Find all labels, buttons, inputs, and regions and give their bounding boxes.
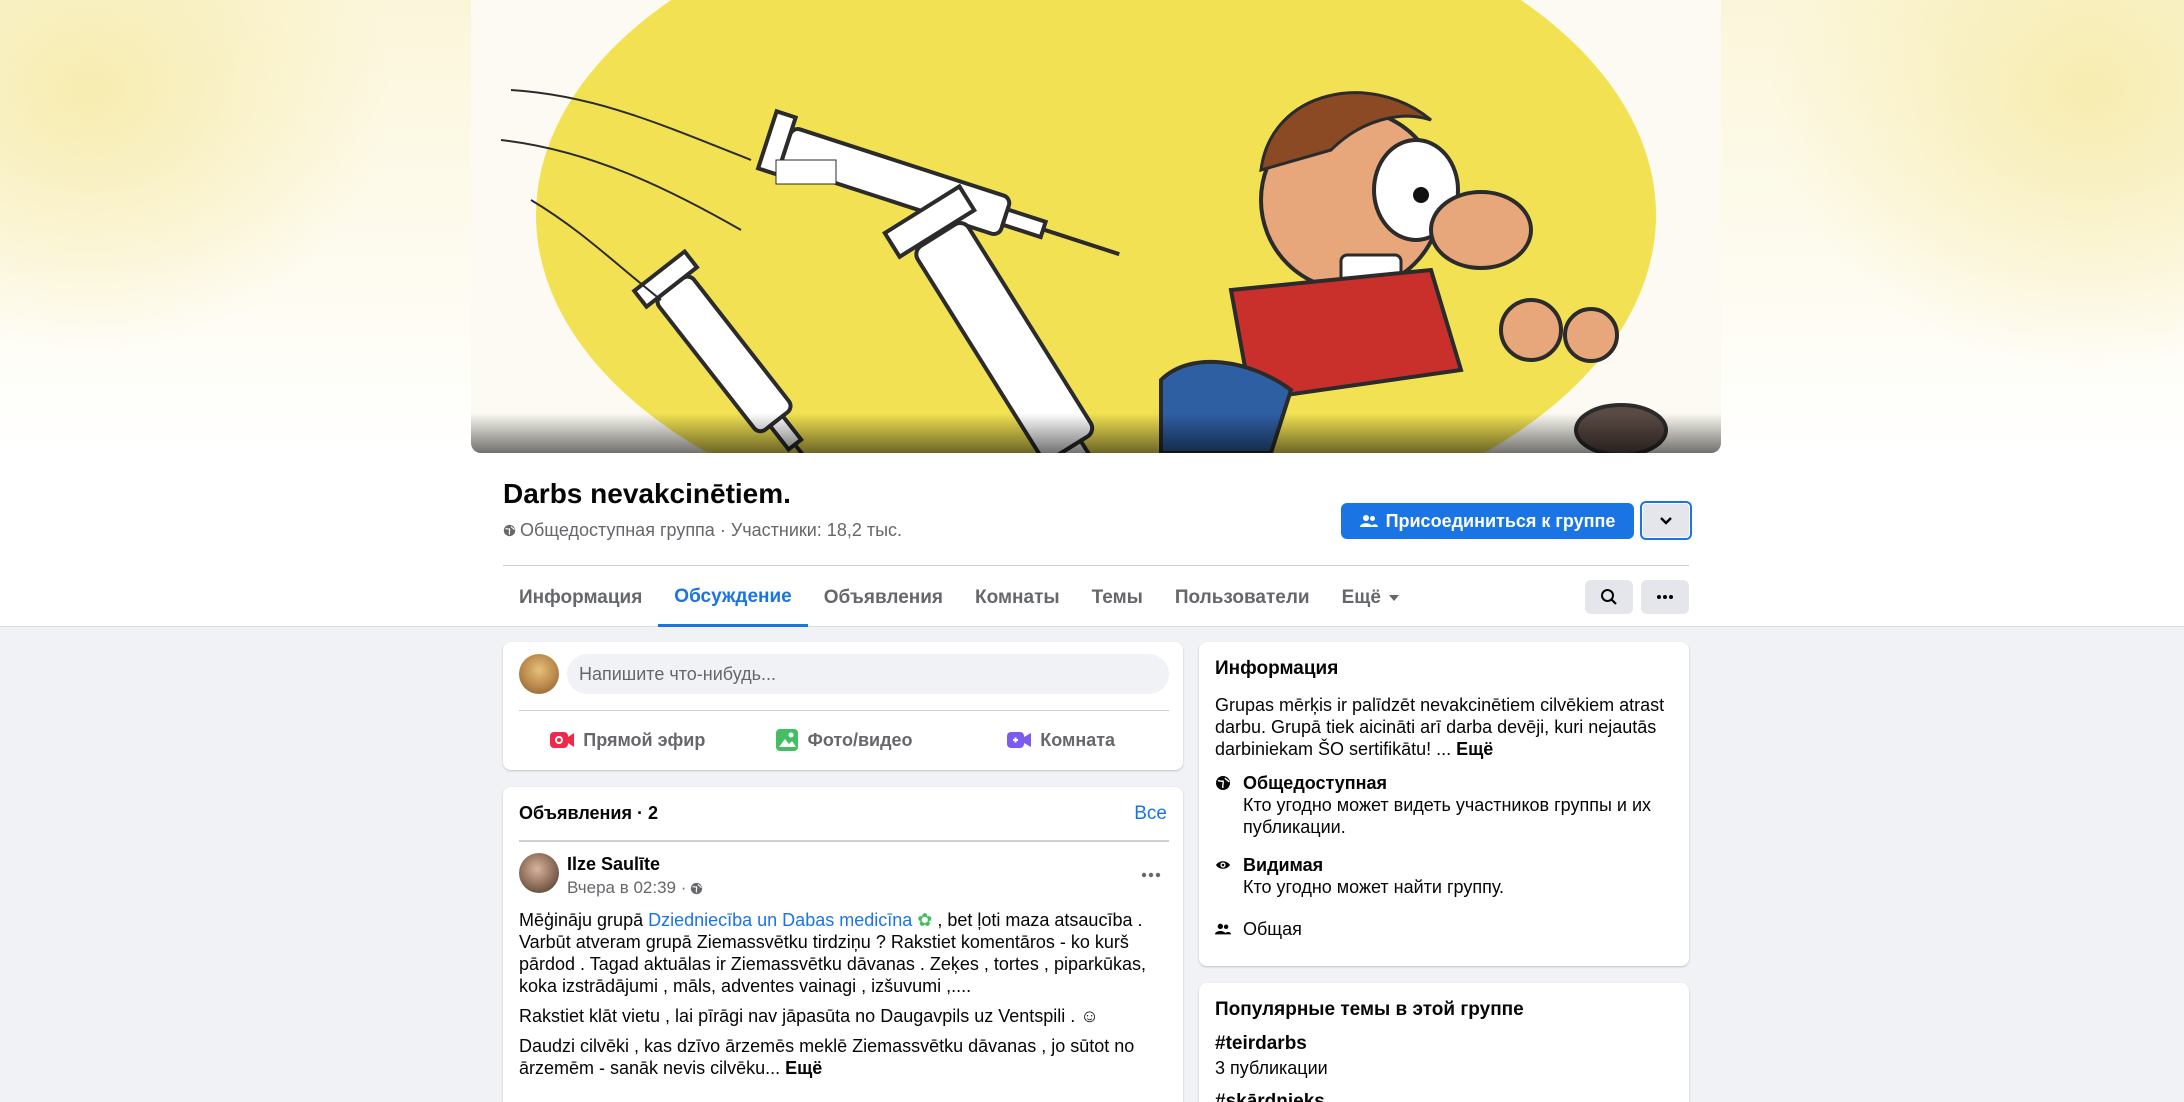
visibility-text: Видимая Кто угодно может найти группу. bbox=[1243, 854, 1504, 898]
about-title: Информация bbox=[1215, 658, 1339, 679]
group-meta-text: Общедоступная группа · Участники: 18,2 т… bbox=[520, 520, 903, 540]
mentioned-group-link[interactable]: Dziedniecība un Dabas medicīna bbox=[648, 910, 912, 930]
about-description: Grupas mērķis ir palīdzēt nevakcinētiem … bbox=[1215, 694, 1673, 760]
tab-more[interactable]: Ещё bbox=[1326, 568, 1415, 627]
tab-info[interactable]: Информация bbox=[503, 568, 658, 627]
post-timestamp: Вчера в 02:39 · bbox=[567, 878, 703, 898]
search-icon bbox=[1601, 589, 1617, 605]
eye-icon bbox=[1216, 861, 1230, 869]
about-card: Информация Grupas mērķis ir palīdzēt nev… bbox=[1199, 642, 1689, 966]
search-button[interactable] bbox=[1585, 580, 1633, 614]
cover-photo[interactable] bbox=[471, 0, 1721, 453]
tab-discussion[interactable]: Обсуждение bbox=[658, 568, 808, 627]
globe-icon bbox=[503, 524, 516, 537]
post-paragraph: Mēģināju grupā Dziedniecība un Dabas med… bbox=[519, 909, 1171, 997]
live-video-icon bbox=[550, 732, 575, 748]
post-paragraph: Daudzi cilvēki , kas dzīvo ārzemēs meklē… bbox=[519, 1035, 1171, 1079]
post-text: Mēģināju grupā bbox=[519, 910, 649, 930]
live-video-label: Прямой эфир bbox=[583, 729, 706, 750]
visibility-description: Кто угодно может найти группу. bbox=[1243, 877, 1505, 897]
group-type-title: Общая bbox=[1243, 919, 1302, 939]
see-more-link[interactable]: Ещё bbox=[1456, 739, 1493, 759]
post-author-avatar[interactable] bbox=[519, 853, 559, 893]
see-more-link[interactable]: Ещё bbox=[785, 1058, 822, 1078]
composer-divider bbox=[519, 710, 1169, 711]
chevron-down-icon bbox=[1660, 516, 1672, 525]
create-room-button[interactable]: Комната bbox=[952, 718, 1169, 762]
cover-illustration bbox=[471, 0, 1721, 453]
see-all-link[interactable]: Все bbox=[1134, 803, 1167, 825]
globe-icon bbox=[691, 882, 703, 894]
post-time-text[interactable]: Вчера в 02:39 · bbox=[567, 878, 686, 898]
privacy-title: Общедоступная bbox=[1243, 773, 1388, 793]
people-icon bbox=[1215, 923, 1231, 935]
group-type-row: Общая bbox=[1215, 918, 1673, 940]
globe-icon bbox=[1216, 776, 1230, 790]
room-icon bbox=[1007, 732, 1032, 748]
join-group-label: Присоединиться к группе bbox=[1385, 510, 1616, 531]
join-group-button[interactable]: Присоединиться к группе bbox=[1341, 503, 1634, 539]
composer-input[interactable]: Напишите что-нибудь... bbox=[567, 654, 1169, 694]
seedling-emoji: ✿ bbox=[917, 910, 933, 930]
popular-topics-title: Популярные темы в этой группе bbox=[1215, 999, 1524, 1020]
tab-announcements[interactable]: Объявления bbox=[808, 568, 959, 627]
post-menu-button[interactable] bbox=[1141, 865, 1165, 885]
group-meta: Общедоступная группа · Участники: 18,2 т… bbox=[503, 520, 902, 541]
live-video-button[interactable]: Прямой эфир bbox=[519, 718, 736, 762]
privacy-description: Кто угодно может видеть участников групп… bbox=[1243, 795, 1652, 837]
about-text: Grupas mērķis ir palīdzēt nevakcinētiem … bbox=[1215, 695, 1665, 759]
post-text: Rakstiet klāt vietu , lai pīrāgi nav jāp… bbox=[519, 1006, 1076, 1026]
visibility-title: Видимая bbox=[1243, 855, 1324, 875]
group-title[interactable]: Darbs nevakcinētiem. bbox=[503, 478, 791, 510]
announcements-header: Объявления · 2 bbox=[519, 803, 658, 823]
photo-video-button[interactable]: Фото/видео bbox=[736, 718, 953, 762]
post-body: Mēģināju grupā Dziedniecība un Dabas med… bbox=[519, 909, 1171, 1087]
group-options-dropdown[interactable] bbox=[1640, 501, 1692, 540]
composer-actions: Прямой эфир Фото/видео Комната bbox=[519, 718, 1169, 762]
more-icon bbox=[1141, 872, 1161, 878]
create-room-label: Комната bbox=[1040, 729, 1116, 750]
announcements-card: Объявления · 2 Все Ilze Saulīte Вчера в … bbox=[503, 787, 1183, 1102]
tab-topics[interactable]: Темы bbox=[1076, 568, 1159, 627]
announcements-divider bbox=[519, 840, 1169, 842]
post-paragraph: Rakstiet klāt vietu , lai pīrāgi nav jāp… bbox=[519, 1005, 1171, 1027]
avatar[interactable] bbox=[519, 654, 559, 694]
photo-icon bbox=[776, 729, 799, 751]
popular-topics-card: Популярные темы в этой группе #teirdarbs… bbox=[1199, 983, 1689, 1102]
topic-count: 3 публикации bbox=[1215, 1058, 1328, 1078]
smile-emoji: ☺ bbox=[1080, 1006, 1099, 1026]
post-author[interactable]: Ilze Saulīte bbox=[567, 854, 660, 875]
more-options-button[interactable] bbox=[1641, 580, 1689, 614]
photo-video-label: Фото/видео bbox=[807, 729, 913, 750]
group-header-area: Darbs nevakcinētiem. Общедоступная групп… bbox=[0, 0, 2184, 627]
post-text: Daudzi cilvēki , kas dzīvo ārzemēs meklē… bbox=[519, 1036, 1135, 1078]
caret-down-icon bbox=[1388, 594, 1399, 601]
more-icon bbox=[1657, 595, 1673, 599]
people-icon bbox=[1359, 515, 1378, 527]
topic-tag[interactable]: #teirdarbs bbox=[1215, 1033, 1307, 1055]
group-tabs: Информация Обсуждение Объявления Комнаты… bbox=[503, 568, 1415, 627]
post-composer: Напишите что-нибудь... Прямой эфир Фото/… bbox=[503, 642, 1183, 770]
topic-tag[interactable]: #skārdnieks bbox=[1215, 1091, 1325, 1102]
tab-rooms[interactable]: Комнаты bbox=[959, 568, 1076, 627]
tab-more-label: Ещё bbox=[1341, 587, 1381, 608]
privacy-row: Общедоступная Кто угодно может видеть уч… bbox=[1215, 772, 1673, 838]
privacy-text: Общедоступная Кто угодно может видеть уч… bbox=[1243, 772, 1673, 838]
tab-members[interactable]: Пользователи bbox=[1159, 568, 1326, 627]
visibility-row: Видимая Кто угодно может найти группу. bbox=[1215, 854, 1673, 898]
